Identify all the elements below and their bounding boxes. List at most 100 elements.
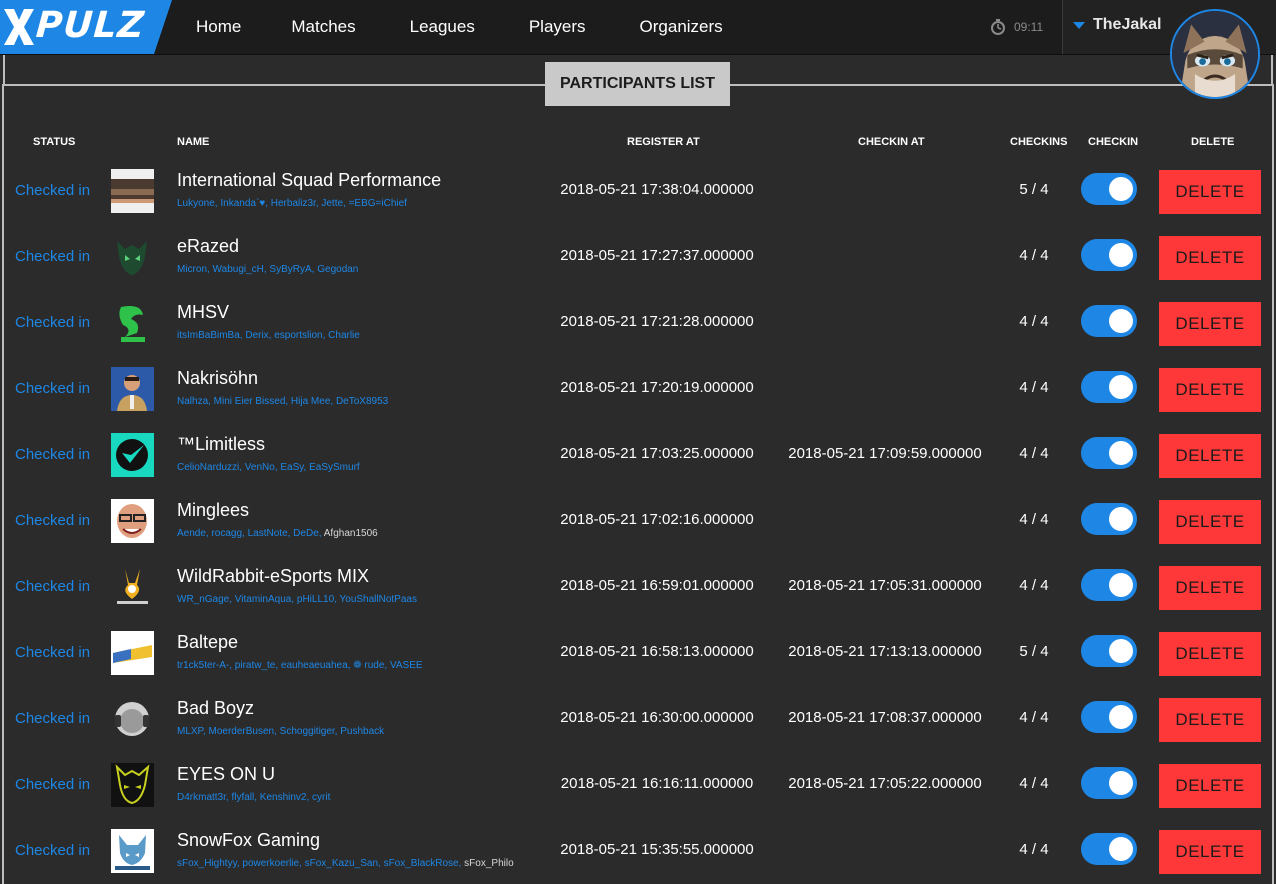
nav-leagues[interactable]: Leagues [384, 0, 501, 54]
delete-button[interactable]: DELETE [1159, 500, 1261, 544]
status-label: Checked in [15, 644, 91, 661]
checkins-count: 5 / 4 [1019, 643, 1049, 660]
members-list[interactable]: WR_nGage, VitaminAqua, pHiLL10, YouShall… [177, 594, 417, 605]
members-list[interactable]: tr1ck5ter-A-, piratw_te, eauheaeuahea, ❁… [177, 660, 423, 671]
delete-button[interactable]: DELETE [1159, 302, 1261, 346]
delete-button[interactable]: DELETE [1159, 170, 1261, 214]
register-at: 2018-05-21 16:16:11.000000 [560, 775, 754, 792]
portrait-photo-icon [111, 367, 154, 411]
checkins-count: 5 / 4 [1019, 181, 1049, 198]
delete-button[interactable]: DELETE [1159, 368, 1261, 412]
checkin-toggle[interactable] [1081, 305, 1137, 337]
team-logo [111, 301, 154, 345]
nav-home[interactable]: Home [172, 0, 265, 54]
team-name[interactable]: Nakrisöhn [177, 368, 258, 389]
checkin-toggle[interactable] [1081, 833, 1137, 865]
logo-mark-icon [4, 9, 34, 45]
nav-matches[interactable]: Matches [265, 0, 383, 54]
team-members: itsImBaBimBa, Derix, esportslion, Charli… [177, 330, 360, 341]
col-header-delete: DELETE [1191, 136, 1235, 148]
checkins-count: 4 / 4 [1019, 841, 1049, 858]
members-list[interactable]: Lukyone, Inkanda`♥, Herbaliz3r, Jette, =… [177, 198, 407, 209]
checkin-toggle[interactable] [1081, 569, 1137, 601]
delete-button[interactable]: DELETE [1159, 764, 1261, 808]
participant-row: Checked in SnowFox Gaming sFox_Hightyy, … [0, 820, 1276, 884]
team-name[interactable]: SnowFox Gaming [177, 830, 320, 851]
team-logo [111, 565, 154, 609]
delete-button[interactable]: DELETE [1159, 830, 1261, 874]
participant-row: Checked in Bad Boyz MLXP, MoerderBusen, … [0, 688, 1276, 754]
team-logo [111, 367, 154, 411]
team-name[interactable]: WildRabbit-eSports MIX [177, 566, 369, 587]
delete-button[interactable]: DELETE [1159, 434, 1261, 478]
members-list[interactable]: Micron, Wabugi_cH, SyByRyA, Gegodan [177, 264, 358, 275]
members-list[interactable]: Aende, rocagg, LastNote, DeDe, [177, 528, 322, 539]
checkin-at: 2018-05-21 17:05:31.000000 [788, 577, 982, 594]
delete-button[interactable]: DELETE [1159, 698, 1261, 742]
checkins-count: 4 / 4 [1019, 445, 1049, 462]
checkin-toggle[interactable] [1081, 371, 1137, 403]
mask-logo-icon [111, 235, 154, 279]
team-name[interactable]: Minglees [177, 500, 249, 521]
delete-button[interactable]: DELETE [1159, 236, 1261, 280]
fox-logo-icon [111, 829, 154, 873]
clock-time: 09:11 [1014, 20, 1044, 34]
checkin-toggle[interactable] [1081, 503, 1137, 535]
checkin-toggle[interactable] [1081, 767, 1137, 799]
team-logo [111, 235, 154, 279]
team-logo [111, 499, 154, 543]
register-at: 2018-05-21 16:59:01.000000 [560, 577, 754, 594]
team-name[interactable]: Bad Boyz [177, 698, 254, 719]
members-list[interactable]: MLXP, MoerderBusen, Schoggitiger, Pushba… [177, 726, 384, 737]
team-members: CelioNarduzzi, VenNo, EaSy, EaSySmurf [177, 462, 360, 473]
pulz-logo[interactable]: PULZ [0, 0, 172, 54]
members-list-extra[interactable]: Afghan1506 [324, 528, 378, 539]
team-name[interactable]: ™Limitless [177, 434, 265, 455]
participant-row: Checked in MHSV itsImBaBimBa, Derix, esp… [0, 292, 1276, 358]
checkins-count: 4 / 4 [1019, 775, 1049, 792]
members-list[interactable]: itsImBaBimBa, Derix, esportslion, Charli… [177, 330, 360, 341]
col-header-status: STATUS [33, 136, 76, 148]
team-name[interactable]: International Squad Performance [177, 170, 441, 191]
checkin-toggle[interactable] [1081, 239, 1137, 271]
members-list[interactable]: sFox_Hightyy, powerkoerlie, sFox_Kazu_Sa… [177, 858, 461, 869]
members-list-extra[interactable]: sFox_Philo [464, 858, 513, 869]
team-logo [111, 433, 154, 477]
checkins-count: 4 / 4 [1019, 709, 1049, 726]
clock-icon [991, 19, 1005, 35]
delete-button[interactable]: DELETE [1159, 632, 1261, 676]
members-list[interactable]: Nalhza, Mini Eier Bissed, Hija Mee, DeTo… [177, 396, 388, 407]
team-banner-icon [111, 631, 154, 675]
checkin-at: 2018-05-21 17:13:13.000000 [788, 643, 982, 660]
checkin-toggle[interactable] [1081, 635, 1137, 667]
team-logo [111, 829, 154, 873]
checkin-toggle[interactable] [1081, 437, 1137, 469]
members-list[interactable]: D4rkmatt3r, flyfall, Kenshinv2, cyrit [177, 792, 330, 803]
checkin-toggle[interactable] [1081, 173, 1137, 205]
user-avatar[interactable] [1170, 9, 1260, 99]
team-name[interactable]: MHSV [177, 302, 229, 323]
snake-logo-icon [111, 301, 154, 345]
nav-players[interactable]: Players [501, 0, 612, 54]
team-name[interactable]: EYES ON U [177, 764, 275, 785]
delete-button[interactable]: DELETE [1159, 566, 1261, 610]
members-list[interactable]: CelioNarduzzi, VenNo, EaSy, EaSySmurf [177, 462, 360, 473]
checkin-at: 2018-05-21 17:05:22.000000 [788, 775, 982, 792]
team-name[interactable]: Baltepe [177, 632, 238, 653]
participant-row: Checked in eRazed Micron, Wabugi_cH, SyB… [0, 226, 1276, 292]
register-at: 2018-05-21 17:21:28.000000 [560, 313, 754, 330]
team-members: Aende, rocagg, LastNote, DeDe, Afghan150… [177, 528, 378, 539]
team-logo [111, 763, 154, 807]
team-members: sFox_Hightyy, powerkoerlie, sFox_Kazu_Sa… [177, 858, 514, 869]
checkin-toggle[interactable] [1081, 701, 1137, 733]
register-at: 2018-05-21 17:02:16.000000 [560, 511, 754, 528]
col-header-checkin-at: CHECKIN AT [858, 136, 925, 148]
team-name[interactable]: eRazed [177, 236, 239, 257]
nav-organizers[interactable]: Organizers [612, 0, 747, 54]
team-members: Micron, Wabugi_cH, SyByRyA, Gegodan [177, 264, 358, 275]
checkins-count: 4 / 4 [1019, 577, 1049, 594]
team-logo [111, 697, 154, 741]
participant-row: Checked in WildRabbit-eSports MIX WR_nGa… [0, 556, 1276, 622]
status-label: Checked in [15, 512, 91, 529]
eyes-logo-icon [111, 763, 154, 807]
